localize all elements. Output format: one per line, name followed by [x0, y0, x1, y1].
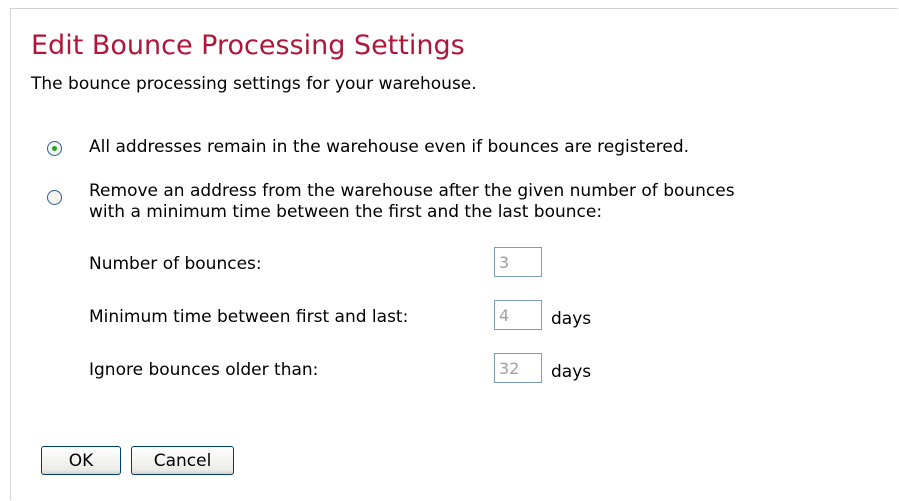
option-remove-after-bounces-label: Remove an address from the warehouse aft… — [89, 181, 735, 223]
option-remove-after-bounces[interactable]: Remove an address from the warehouse aft… — [47, 181, 735, 223]
radio-remove-after-bounces-icon[interactable] — [47, 190, 62, 205]
radio-keep-all-selected-icon[interactable] — [47, 141, 62, 156]
option-keep-all[interactable]: All addresses remain in the warehouse ev… — [47, 137, 689, 158]
number-of-bounces-input[interactable] — [494, 247, 542, 277]
option-remove-label-line1: Remove an address from the warehouse aft… — [89, 181, 735, 201]
field-ignore-older-than: Ignore bounces older than: days — [89, 353, 649, 385]
field-minimum-time: Minimum time between first and last: day… — [89, 300, 649, 332]
option-keep-all-label: All addresses remain in the warehouse ev… — [89, 137, 690, 157]
ignore-older-than-unit: days — [551, 362, 592, 382]
cancel-button[interactable]: Cancel — [131, 446, 234, 475]
field-number-of-bounces: Number of bounces: — [89, 247, 649, 279]
number-of-bounces-label: Number of bounces: — [89, 254, 262, 274]
ok-button[interactable]: OK — [41, 446, 121, 475]
minimum-time-label: Minimum time between first and last: — [89, 307, 409, 327]
minimum-time-unit: days — [551, 309, 592, 329]
minimum-time-input[interactable] — [494, 300, 542, 330]
ignore-older-than-label: Ignore bounces older than: — [89, 360, 319, 380]
option-remove-label-line2: with a minimum time between the first an… — [89, 202, 603, 222]
dialog-panel: Edit Bounce Processing Settings The boun… — [10, 8, 898, 500]
page-title: Edit Bounce Processing Settings — [31, 30, 465, 61]
ignore-older-than-input[interactable] — [494, 353, 542, 383]
page-subtitle: The bounce processing settings for your … — [31, 74, 477, 94]
